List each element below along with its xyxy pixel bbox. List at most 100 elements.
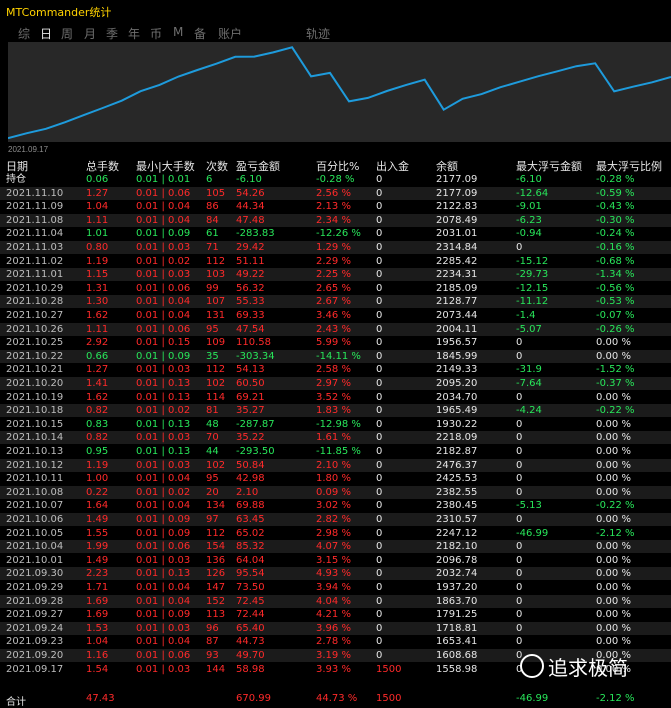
table-row[interactable]: 2021.10.15 0.83 0.01 | 0.13 48 -287.87 -12.98… (0, 418, 671, 431)
table-row[interactable]: 2021.10.27 1.62 0.01 | 0.04 131 69.33 3.46 % 0… (0, 309, 671, 322)
cell-count: 152 (206, 595, 226, 607)
cell-max-floating-loss-pct: -0.22 % (596, 405, 635, 417)
cell-pnl: 50.84 (236, 459, 265, 471)
cell-max-floating-loss-pct: 0.00 % (596, 541, 631, 553)
tab-quarter[interactable]: 季 (106, 25, 118, 42)
table-row[interactable]: 2021.10.29 1.31 0.01 | 0.06 99 56.32 2.65 % 0 2… (0, 282, 671, 295)
table-row[interactable]: 2021.09.30 2.23 0.01 | 0.13 126 95.54 4.93 % 0… (0, 567, 671, 581)
table-row[interactable]: 2021.10.11 1.00 0.01 | 0.04 95 42.98 1.80 % 0 2… (0, 472, 671, 485)
table-row[interactable]: 2021.11.09 1.04 0.01 | 0.04 86 44.34 2.13 % 0 2… (0, 200, 671, 213)
cell-balance: 2182.10 (436, 541, 478, 553)
cell-max-floating-loss-pct: 0.00 % (596, 636, 631, 648)
table-row[interactable]: 2021.10.05 1.55 0.01 | 0.09 112 65.02 2.98 % 0… (0, 527, 671, 540)
table-row[interactable]: 2021.10.20 1.41 0.01 | 0.13 102 60.50 2.97 % 0… (0, 377, 671, 390)
cell-balance: 1863.70 (436, 595, 478, 607)
cell-pnl: 35.27 (236, 405, 265, 417)
table-row[interactable]: 2021.11.08 1.11 0.01 | 0.04 84 47.48 2.34 % 0 2… (0, 213, 671, 227)
tab-month[interactable]: 月 (84, 25, 96, 42)
header-pnl[interactable]: 盈亏金额 (236, 158, 280, 174)
cell-total-lots: 0.22 (86, 486, 109, 498)
header-count[interactable]: 次数 (206, 158, 228, 174)
header-balance[interactable]: 余额 (436, 158, 458, 174)
header-min-max-lots[interactable]: 最小|大手数 (136, 158, 195, 174)
cell-total-lots: 1.62 (86, 310, 109, 321)
cell-total-lots: 1.31 (86, 282, 109, 294)
table-row[interactable]: 2021.10.07 1.64 0.01 | 0.04 134 69.88 3.02 % 0… (0, 499, 671, 512)
cell-pnl: 42.98 (236, 473, 265, 485)
table-row[interactable]: 2021.10.19 1.62 0.01 | 0.13 114 69.21 3.52 % 0… (0, 391, 671, 404)
cell-deposit-withdraw: 0 (376, 214, 383, 226)
table-row[interactable]: 2021.11.04 1.01 0.01 | 0.09 61 -283.83 -12.26… (0, 227, 671, 240)
table-row[interactable]: 2021.11.02 1.19 0.01 | 0.02 112 51.11 2.29 % 0… (0, 255, 671, 268)
cell-percent: -14.11 % (316, 350, 361, 362)
tab-week[interactable]: 周 (61, 25, 73, 42)
cell-min-max-lots: 0.01 | 0.13 (136, 391, 191, 403)
cell-date: 2021.10.29 (6, 282, 64, 294)
tab-m[interactable]: M (173, 25, 183, 39)
cell-date: 持仓 (6, 174, 26, 185)
header-max-floating-loss-pct[interactable]: 最大浮亏比例 (596, 158, 662, 174)
period-tabs: 综日周月季年币 M 备账户 轨迹 (0, 24, 671, 42)
tab-day[interactable]: 日 (40, 25, 52, 42)
table-row[interactable]: 2021.10.01 1.49 0.01 | 0.03 136 64.04 3.15 % 0… (0, 554, 671, 567)
header-date[interactable]: 日期 (6, 158, 28, 174)
cell-count: 48 (206, 418, 219, 430)
table-row[interactable]: 2021.10.12 1.19 0.01 | 0.03 102 50.84 2.10 % 0… (0, 458, 671, 472)
cell-deposit-withdraw: 0 (376, 636, 383, 648)
cell-deposit-withdraw: 0 (376, 568, 383, 580)
cell-date: 2021.11.01 (6, 269, 64, 281)
cell-percent: 2.34 % (316, 214, 351, 226)
cell-max-floating-loss-pct: 0.00 % (596, 595, 631, 607)
cell-percent: 2.10 % (316, 459, 351, 471)
cell-max-floating-loss: 0 (516, 337, 523, 349)
table-row[interactable]: 2021.10.06 1.49 0.01 | 0.09 97 63.45 2.82 % 0 2… (0, 513, 671, 526)
cell-max-floating-loss: 0 (516, 242, 523, 253)
tab-account[interactable]: 账户 (218, 25, 242, 42)
table-row[interactable]: 2021.10.04 1.99 0.01 | 0.06 154 85.32 4.07 % 0… (0, 540, 671, 554)
table-row[interactable]: 2021.09.23 1.04 0.01 | 0.04 87 44.73 2.78 % 0 1… (0, 635, 671, 648)
cell-max-floating-loss: -31.9 (516, 364, 542, 376)
table-row[interactable]: 2021.10.18 0.82 0.01 | 0.02 81 35.27 1.83 % 0 1… (0, 404, 671, 418)
header-max-floating-loss[interactable]: 最大浮亏金额 (516, 158, 582, 174)
table-row[interactable]: 2021.09.24 1.53 0.01 | 0.03 96 65.40 3.96 % 0 1… (0, 621, 671, 635)
tab-year[interactable]: 年 (128, 25, 140, 42)
table-row[interactable]: 2021.10.25 2.92 0.01 | 0.15 109 110.58 5.99 %… (0, 336, 671, 349)
table-row[interactable]: 2021.10.26 1.11 0.01 | 0.06 95 47.54 2.43 % 0 2… (0, 322, 671, 336)
cell-deposit-withdraw: 0 (376, 323, 383, 335)
table-row[interactable]: 2021.09.27 1.69 0.01 | 0.09 113 72.44 4.21 % 0… (0, 608, 671, 621)
table-row[interactable]: 2021.09.29 1.71 0.01 | 0.04 147 73.50 3.94 % 0… (0, 581, 671, 594)
table-row[interactable]: 2021.10.14 0.82 0.01 | 0.03 70 35.22 1.61 % 0 2… (0, 431, 671, 445)
cell-max-floating-loss-pct: 0.00 % (596, 350, 631, 362)
header-percent[interactable]: 百分比% (316, 158, 359, 174)
cell-date: 2021.09.24 (6, 622, 64, 634)
table-row[interactable]: 2021.10.22 0.66 0.01 | 0.09 35 -303.34 -14.11… (0, 349, 671, 363)
table-row[interactable]: 2021.11.01 1.15 0.01 | 0.03 103 49.22 2.25 % 0… (0, 268, 671, 282)
header-deposit-withdraw[interactable]: 出入金 (376, 158, 409, 174)
table-header: 日期 总手数 最小|大手数 次数 盈亏金额 百分比% 出入金 余额 最大浮亏金额… (0, 158, 671, 174)
cell-min-max-lots: 0.01 | 0.03 (136, 364, 191, 376)
tab-note[interactable]: 备 (194, 25, 206, 42)
position-row[interactable]: 持仓 0.06 0.01 | 0.01 6 -6.10 -0.28 % 0 2177.09 -6… (0, 173, 671, 186)
table-row[interactable]: 2021.10.21 1.27 0.01 | 0.03 112 54.13 2.58 % 0… (0, 363, 671, 376)
tab-track[interactable]: 轨迹 (306, 25, 330, 42)
cell-date: 2021.10.18 (6, 405, 64, 417)
cell-count: 71 (206, 242, 219, 253)
cell-deposit-withdraw: 1500 (376, 663, 402, 675)
tab-currency[interactable]: 币 (150, 25, 162, 42)
table-row[interactable]: 2021.09.28 1.69 0.01 | 0.04 152 72.45 4.04 % 0… (0, 594, 671, 608)
cell-percent: -12.26 % (316, 228, 361, 240)
tab-summary[interactable]: 综 (18, 25, 30, 42)
cell-total-lots: 1.11 (86, 323, 109, 335)
table-row[interactable]: 2021.10.08 0.22 0.01 | 0.02 20 2.10 0.09 % 0 23… (0, 485, 671, 499)
table-row[interactable]: 2021.10.13 0.95 0.01 | 0.13 44 -293.50 -11.85… (0, 445, 671, 458)
cell-balance: 2425.53 (436, 473, 478, 485)
header-total-lots[interactable]: 总手数 (86, 158, 119, 174)
cell-date: 2021.10.12 (6, 459, 64, 471)
cell-percent: 4.93 % (316, 568, 351, 580)
table-row[interactable]: 2021.10.28 1.30 0.01 | 0.04 107 55.33 2.67 % 0… (0, 295, 671, 309)
cell-date: 2021.09.29 (6, 582, 64, 593)
table-row[interactable]: 2021.11.10 1.27 0.01 | 0.06 105 54.26 2.56 % 0… (0, 186, 671, 200)
cell-total-lots: 1.01 (86, 228, 109, 240)
table-row[interactable]: 2021.11.03 0.80 0.01 | 0.03 71 29.42 1.29 % 0 2… (0, 241, 671, 254)
cell-date: 2021.09.17 (6, 663, 64, 675)
